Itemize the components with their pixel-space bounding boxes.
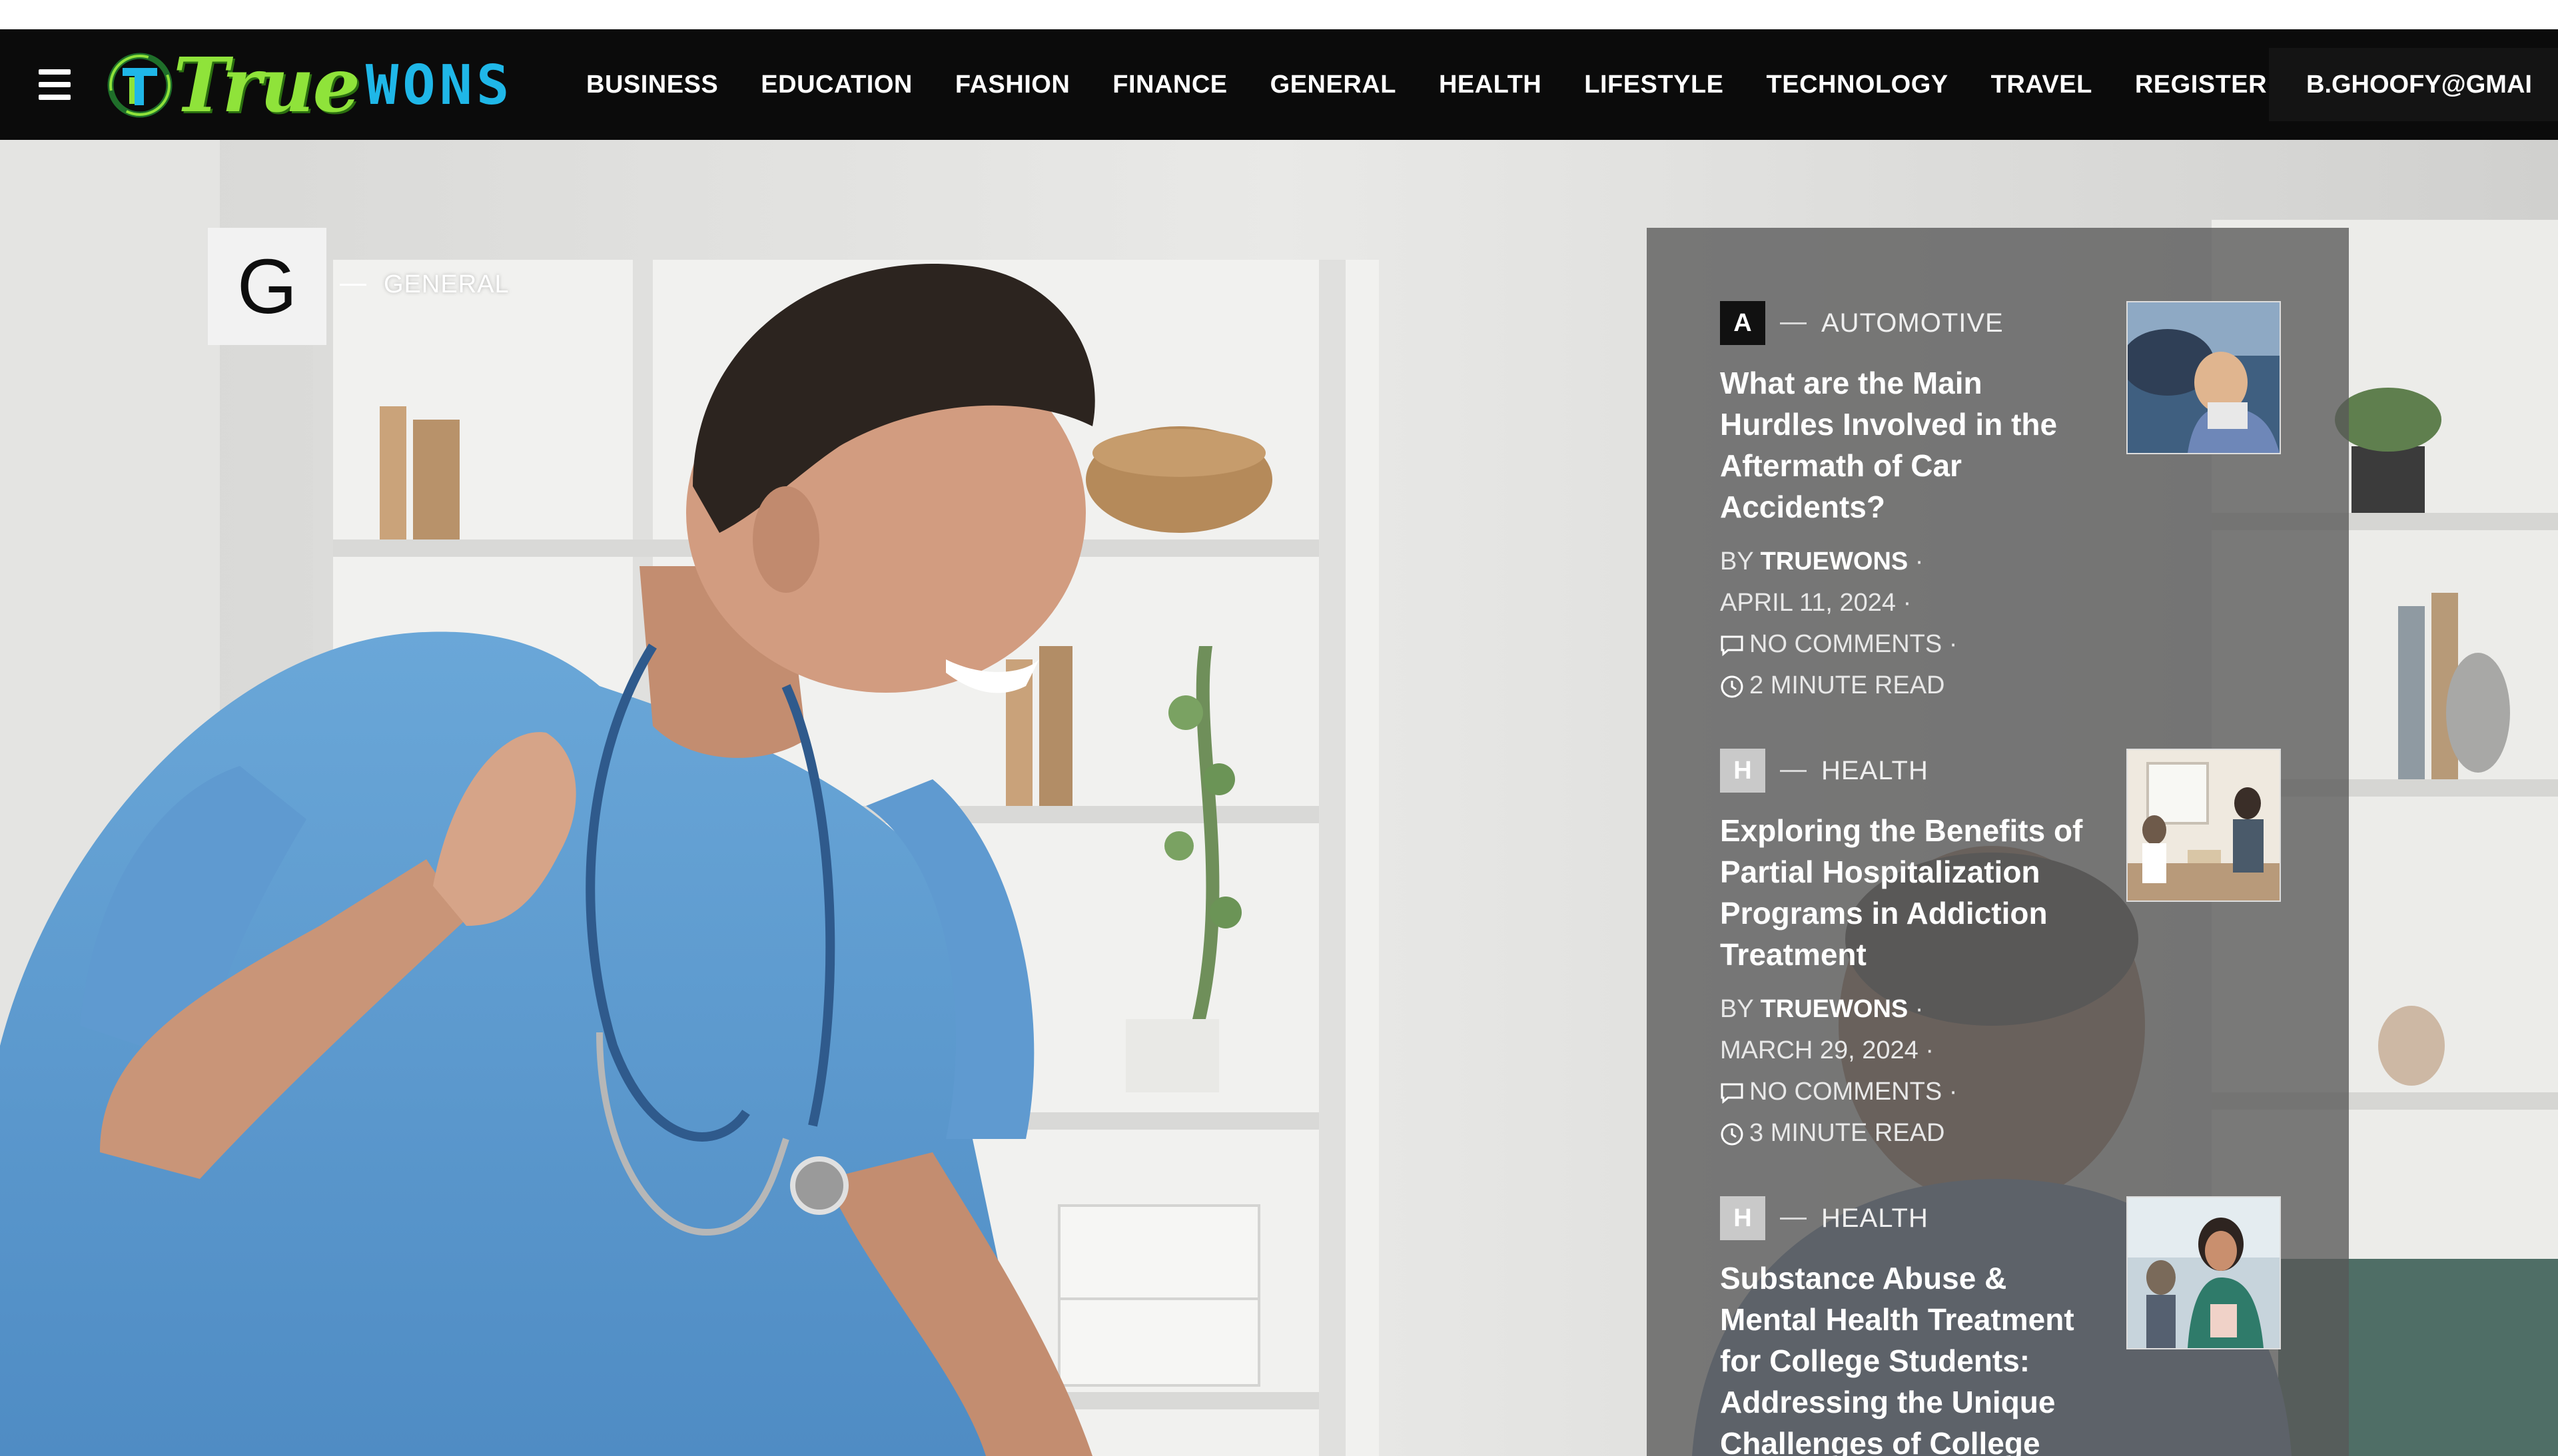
car-accident-thumbnail[interactable] <box>2126 301 2281 454</box>
post-card: A AUTOMOTIVE What are the Main Hurdles I… <box>1720 301 2320 706</box>
post-comments-link[interactable]: NO COMMENTS <box>1749 630 1942 658</box>
nav-health[interactable]: HEALTH <box>1439 71 1541 99</box>
comment-icon <box>1721 1083 1743 1104</box>
post-category-letter: H <box>1720 1196 1765 1240</box>
recent-posts-panel: A AUTOMOTIVE What are the Main Hurdles I… <box>1647 228 2349 1456</box>
by-label: BY <box>1720 995 1754 1023</box>
post-title-link[interactable]: Substance Abuse & Mental Health Treatmen… <box>1720 1258 2093 1456</box>
category-letter-badge[interactable]: G <box>208 228 326 345</box>
nav-general[interactable]: GENERAL <box>1270 71 1396 99</box>
site-header: True WONS BUSINESS EDUCATION FASHION FIN… <box>0 29 2558 140</box>
post-category-letter: H <box>1720 749 1765 793</box>
post-title-link[interactable]: Exploring the Benefits of Partial Hospit… <box>1720 810 2093 975</box>
category-dash <box>340 284 366 286</box>
category-dash <box>1780 322 1807 324</box>
site-logo[interactable]: True WONS <box>103 41 514 129</box>
nav-travel[interactable]: TRAVEL <box>1991 71 2092 99</box>
post-read-time: 2 MINUTE READ <box>1749 671 1945 699</box>
clock-icon <box>1721 675 1743 698</box>
account-email-button[interactable]: B.GHOOFY@GMAI <box>2269 48 2558 121</box>
hero-section: G GENERAL A AUTOMOTIVE What are the Main… <box>0 140 2558 1456</box>
hero-category-label: GENERAL <box>384 270 510 298</box>
post-author-link[interactable]: TRUEWONS <box>1761 547 1909 575</box>
post-card: H HEALTH Substance Abuse & Mental Health… <box>1720 1196 2320 1456</box>
logo-text-true: True <box>173 41 360 129</box>
comment-icon <box>1721 635 1743 656</box>
post-category-name: AUTOMOTIVE <box>1821 308 2004 338</box>
truewons-logo-icon <box>107 53 173 118</box>
nav-fashion[interactable]: FASHION <box>955 71 1070 99</box>
nav-register[interactable]: REGISTER <box>2135 71 2267 99</box>
category-dash <box>1780 1217 1807 1220</box>
post-author-link[interactable]: TRUEWONS <box>1761 995 1909 1023</box>
post-card: H HEALTH Exploring the Benefits of Parti… <box>1720 749 2320 1154</box>
post-read-time: 3 MINUTE READ <box>1749 1119 1945 1147</box>
post-date: APRIL 11, 2024 <box>1720 589 1897 617</box>
post-category-name: HEALTH <box>1821 1203 1928 1233</box>
nav-lifestyle[interactable]: LIFESTYLE <box>1584 71 1723 99</box>
college-student-thumbnail[interactable] <box>2126 1196 2281 1349</box>
nav-business[interactable]: BUSINESS <box>586 71 718 99</box>
post-meta: BY TRUEWONS · APRIL 11, 2024 · NO COMMEN… <box>1720 547 1958 699</box>
browser-top-strip <box>0 0 2558 29</box>
by-label: BY <box>1720 547 1754 575</box>
post-meta: BY TRUEWONS · MARCH 29, 2024 · NO COMMEN… <box>1720 995 1958 1147</box>
post-date: MARCH 29, 2024 <box>1720 1036 1918 1064</box>
post-comments-link[interactable]: NO COMMENTS <box>1749 1078 1942 1106</box>
category-dash <box>1780 769 1807 772</box>
post-title-link[interactable]: What are the Main Hurdles Involved in th… <box>1720 362 2093 528</box>
nav-education[interactable]: EDUCATION <box>761 71 913 99</box>
hero-category-link[interactable]: GENERAL <box>340 270 510 299</box>
clock-icon <box>1721 1123 1743 1146</box>
hamburger-menu-icon[interactable] <box>39 69 73 100</box>
nav-technology[interactable]: TECHNOLOGY <box>1767 71 1948 99</box>
therapy-session-thumbnail[interactable] <box>2126 749 2281 902</box>
main-nav: BUSINESS EDUCATION FASHION FINANCE GENER… <box>586 29 2310 140</box>
post-category-letter: A <box>1720 301 1765 345</box>
nav-finance[interactable]: FINANCE <box>1112 71 1227 99</box>
post-category-name: HEALTH <box>1821 755 1928 785</box>
logo-text-wons: WONS <box>365 53 514 117</box>
